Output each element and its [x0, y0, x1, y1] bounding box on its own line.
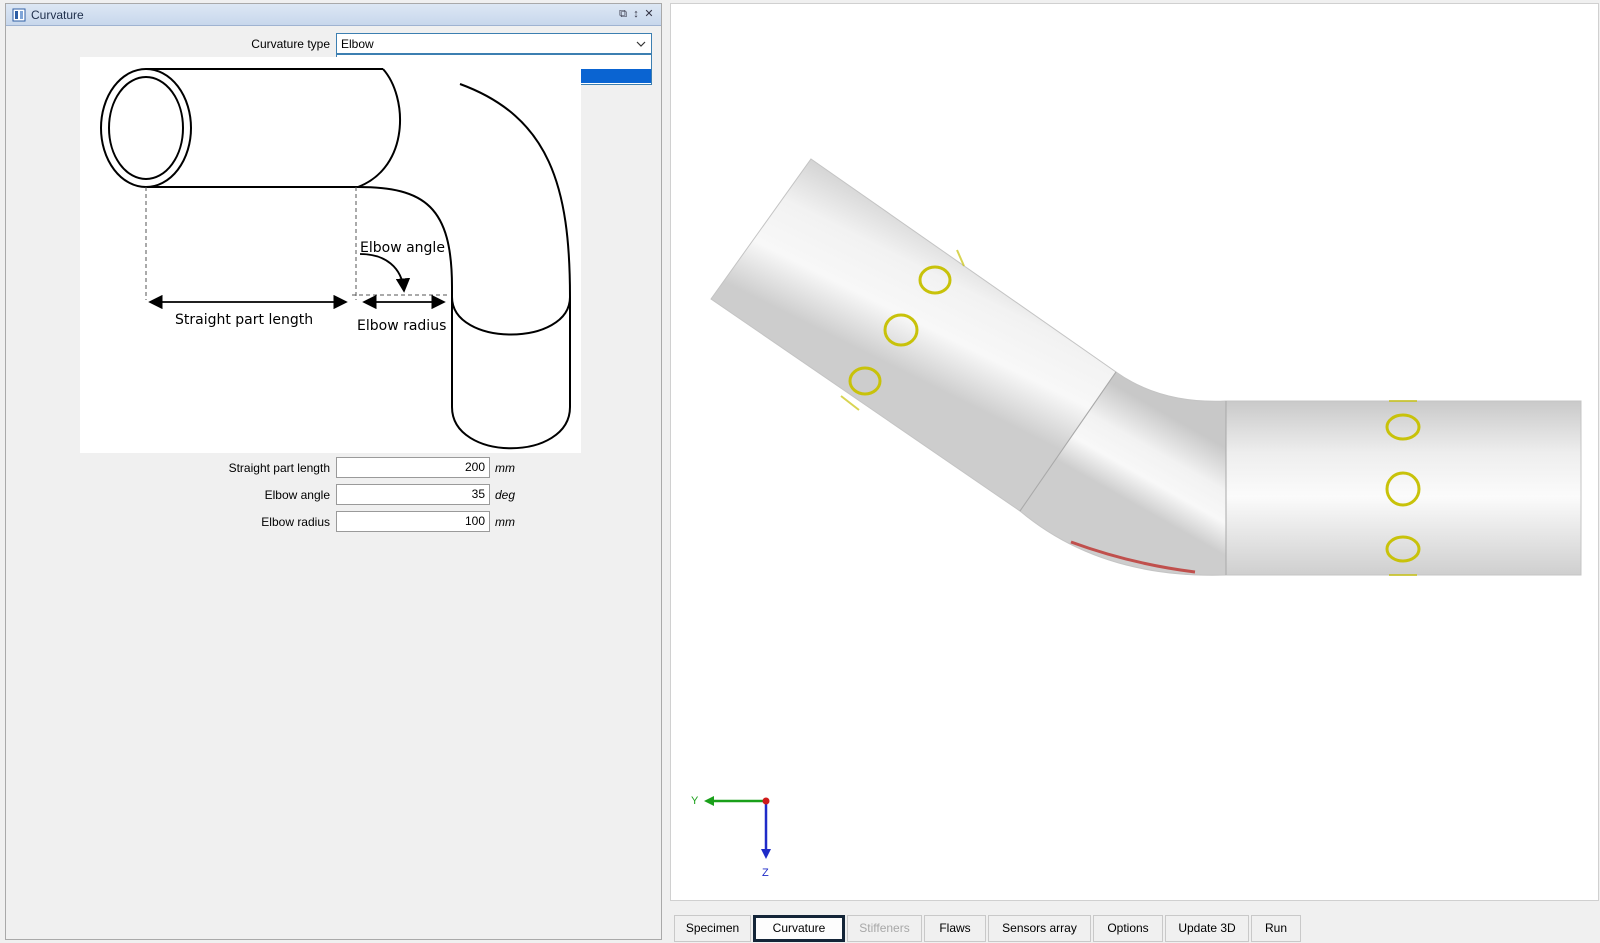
straight-length-unit: mm: [495, 461, 515, 475]
z-axis-label: Z: [762, 867, 769, 879]
curvature-panel: Curvature ⧉ ↕ ✕ Curvature type Elbow Non…: [5, 3, 662, 940]
elbow-angle-caption: Elbow angle: [360, 240, 445, 256]
curvature-type-select[interactable]: Elbow: [336, 33, 652, 54]
curvature-type-value: Elbow: [341, 37, 374, 51]
tab-sensors-array[interactable]: Sensors array: [988, 915, 1091, 942]
y-axis-label: Y: [691, 795, 699, 807]
tab-run[interactable]: Run: [1251, 915, 1301, 942]
chevron-down-icon[interactable]: [633, 35, 649, 52]
elbow-angle-input[interactable]: 35: [336, 484, 490, 505]
straight-length-label: Straight part length: [228, 461, 330, 475]
elbow-angle-unit: deg: [495, 488, 516, 502]
panel-titlebar: Curvature ⧉ ↕ ✕: [6, 4, 661, 26]
elbow-radius-unit: mm: [495, 515, 515, 529]
tab-specimen[interactable]: Specimen: [674, 915, 751, 942]
restore-icon[interactable]: ⧉: [617, 7, 629, 21]
3d-viewport[interactable]: Y Z: [670, 3, 1599, 901]
tab-update-3d[interactable]: Update 3D: [1165, 915, 1249, 942]
tab-stiffeners[interactable]: Stiffeners: [847, 915, 922, 942]
panel-splitter[interactable]: [663, 3, 669, 940]
panel-body: Curvature type Elbow None Elbow Elbow an…: [7, 27, 660, 938]
elbow-radius-label: Elbow radius: [261, 515, 330, 529]
panel-icon: [12, 8, 26, 22]
elbow-diagram: Elbow angle Straight part length Elbow r…: [80, 57, 581, 453]
elbow-angle-label: Elbow angle: [264, 488, 330, 502]
tab-curvature[interactable]: Curvature: [753, 915, 845, 942]
elbow-radius-input[interactable]: 100: [336, 511, 490, 532]
pin-icon[interactable]: ↕: [630, 7, 642, 21]
pipe-3d-model[interactable]: Y Z: [671, 4, 1600, 902]
tab-bar: Specimen Curvature Stiffeners Flaws Sens…: [670, 901, 1599, 943]
elbow-radius-caption: Elbow radius: [357, 318, 446, 334]
tab-options[interactable]: Options: [1093, 915, 1163, 942]
curvature-type-label: Curvature type: [251, 37, 330, 51]
tab-flaws[interactable]: Flaws: [924, 915, 986, 942]
straight-length-input[interactable]: 200: [336, 457, 490, 478]
straight-length-caption: Straight part length: [175, 312, 313, 328]
close-icon[interactable]: ✕: [643, 7, 655, 21]
panel-title: Curvature: [31, 8, 84, 22]
axis-triad: Y Z: [691, 795, 771, 879]
